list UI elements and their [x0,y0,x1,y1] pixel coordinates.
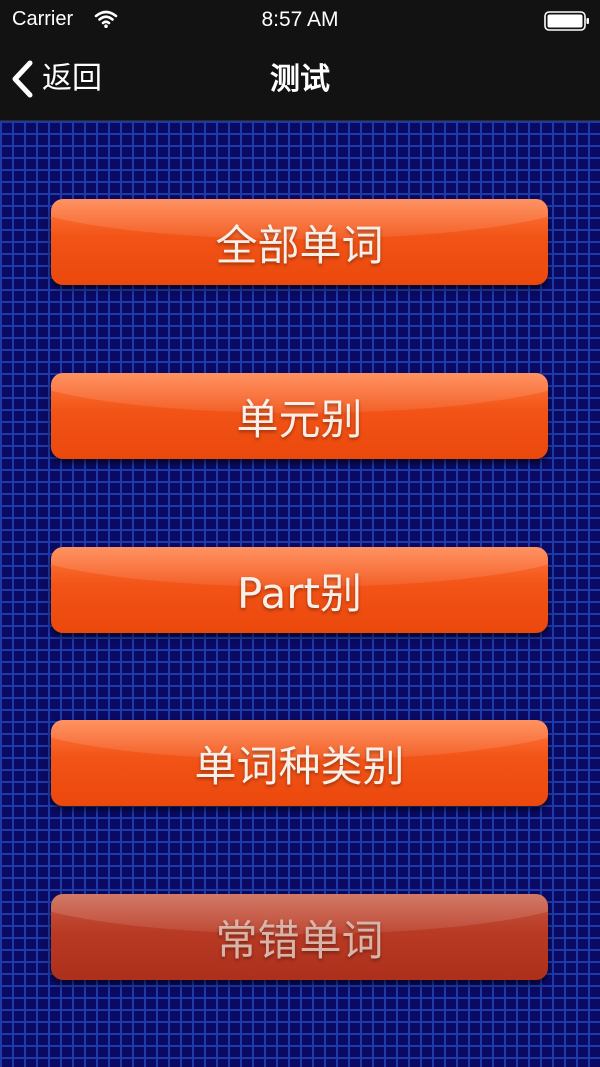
by-word-type-button[interactable]: 单词种类别 [51,720,548,806]
by-part-button[interactable]: Part别 [51,547,548,633]
status-time: 8:57 AM [261,8,339,31]
by-part-label: Part别 [237,568,362,618]
by-unit-button[interactable]: 单元别 [51,373,548,459]
menu-area: 全部单词 单元别 Part别 单词种类别 常错单词 [0,121,600,1067]
page-title: 测试 [270,62,330,97]
by-word-type-label: 单词种类别 [194,741,405,791]
navigation-bar: 返回 测试 [0,40,600,121]
all-words-button[interactable]: 全部单词 [51,199,548,285]
by-unit-label: 单元别 [236,394,363,444]
all-words-label: 全部单词 [215,220,384,270]
battery-icon [544,11,589,31]
status-bar: Carrier 8:57 AM [0,0,600,40]
frequent-mistakes-button[interactable]: 常错单词 [51,894,548,980]
frequent-mistakes-label: 常错单词 [215,915,384,965]
